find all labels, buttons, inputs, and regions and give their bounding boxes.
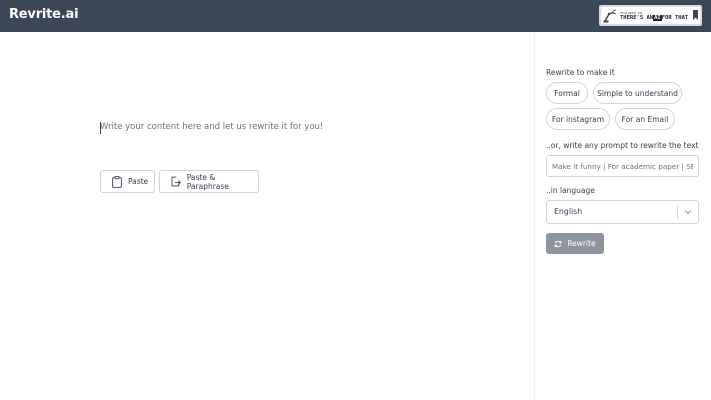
featured-title: THERE'S ANAIFOR THAT: [620, 15, 688, 21]
rewrite-button[interactable]: Rewrite: [546, 233, 604, 254]
paste-arrow-icon: [171, 176, 181, 187]
paste-button-label: Paste: [128, 177, 149, 186]
robot-arm-icon: [603, 9, 617, 23]
option-instagram[interactable]: For instagram: [546, 108, 610, 130]
editor-textarea[interactable]: Write your content here and let us rewri…: [100, 122, 323, 132]
clipboard-icon: [112, 175, 122, 188]
prompt-input[interactable]: [546, 155, 699, 177]
featured-badge[interactable]: FEATURED ON THERE'S ANAIFOR THAT: [599, 5, 702, 26]
bookmark-icon: [693, 10, 698, 20]
paste-paraphrase-button[interactable]: Paste & Paraphrase: [159, 170, 259, 193]
chevron-down-icon: [684, 210, 692, 215]
text-caret: [100, 122, 101, 134]
paste-paraphrase-label: Paste & Paraphrase: [186, 172, 229, 191]
option-email[interactable]: For an Email: [615, 108, 675, 130]
prompt-label: ..or, write any prompt to rewrite the te…: [546, 141, 699, 150]
paste-button[interactable]: Paste: [100, 170, 155, 193]
brand-logo[interactable]: Revrite.ai: [9, 7, 79, 22]
select-divider: [677, 206, 678, 219]
featured-title-after: FOR THAT: [661, 15, 689, 21]
option-formal[interactable]: Formal: [546, 82, 588, 104]
app-header: Revrite.ai FEATURED ON THERE'S ANAIFOR T…: [0, 0, 711, 32]
rewrite-button-label: Rewrite: [567, 239, 596, 248]
language-label: ..in language: [546, 186, 595, 195]
rewrite-heading: Rewrite to make it: [546, 68, 615, 77]
language-select[interactable]: English: [546, 200, 699, 224]
featured-title-before: THERE'S AN: [620, 15, 654, 21]
featured-title-highlight: AI: [653, 15, 662, 21]
language-value: English: [554, 207, 583, 216]
option-simple[interactable]: Simple to understand: [593, 82, 682, 104]
refresh-icon: [554, 240, 562, 247]
